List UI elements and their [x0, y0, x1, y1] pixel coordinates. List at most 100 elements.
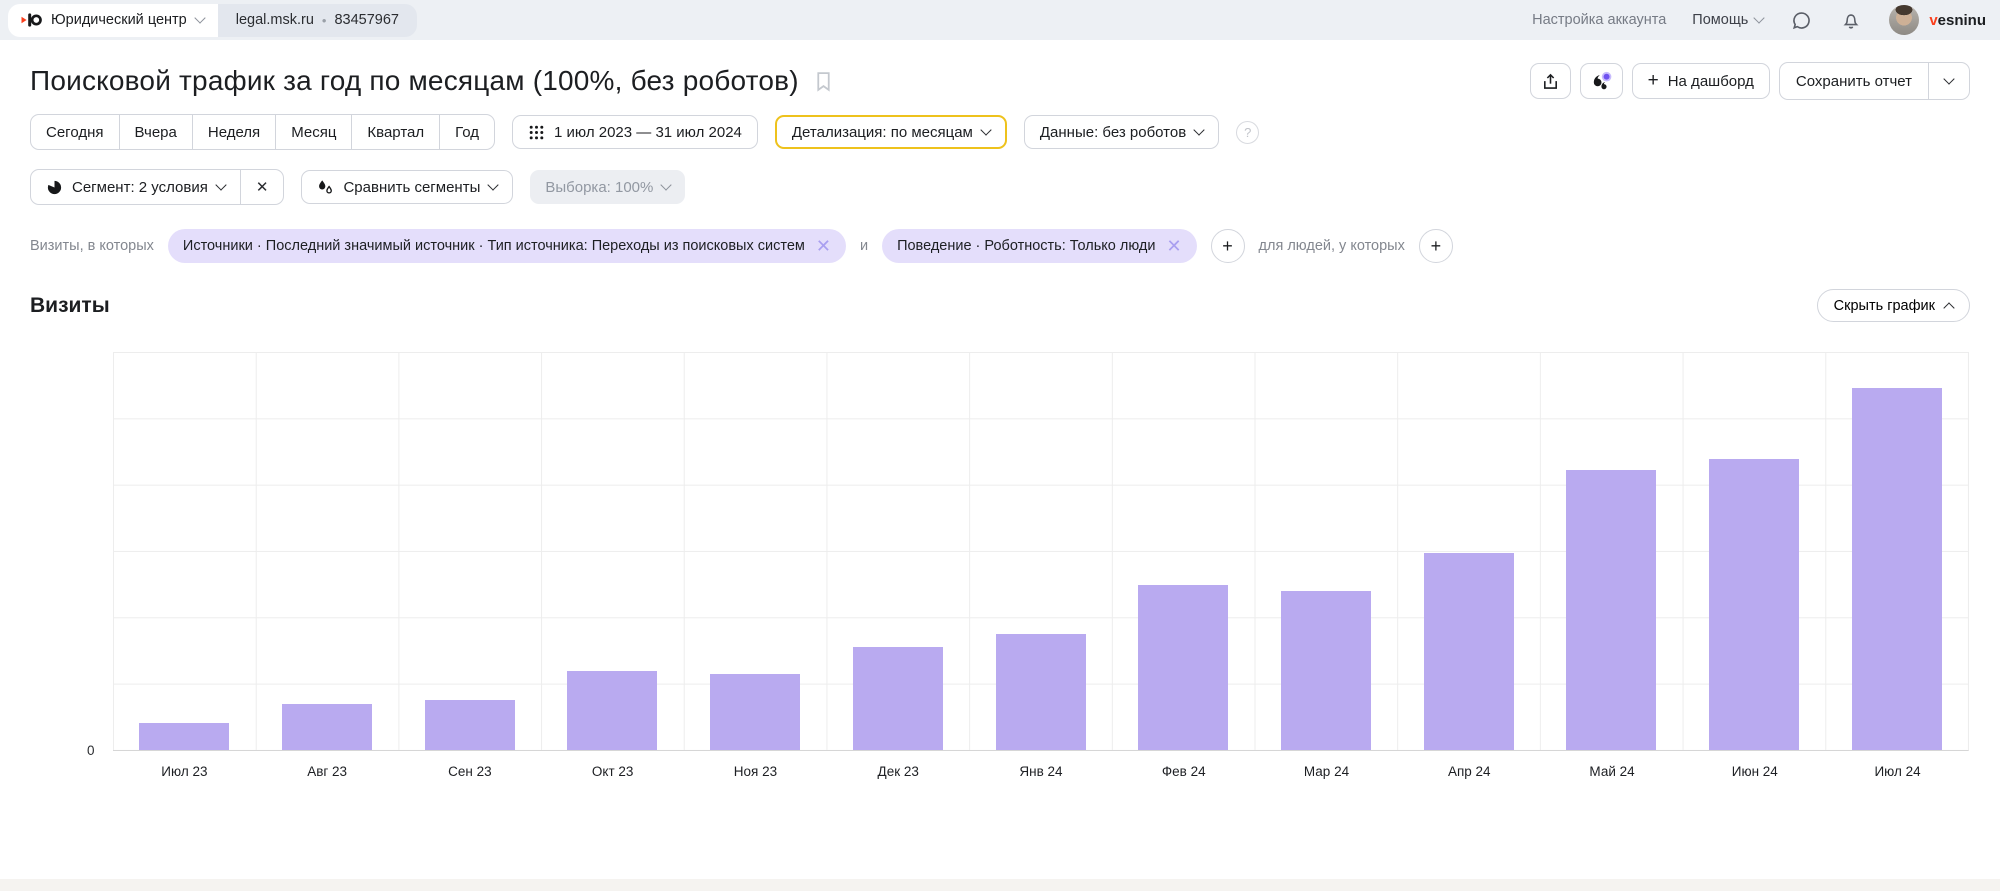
- footer-strip: [0, 879, 2000, 891]
- chart-bar-Мар 24[interactable]: [1281, 591, 1371, 750]
- date-range-label: 1 июл 2023 — 31 июл 2024: [554, 124, 742, 141]
- chat-icon[interactable]: [1789, 8, 1813, 32]
- add-people-condition-button[interactable]: +: [1419, 229, 1453, 263]
- counter-name: Юридический центр: [51, 12, 187, 28]
- chevron-down-icon: [488, 179, 499, 190]
- chart-bar-Июл 23[interactable]: [139, 723, 229, 750]
- chevron-down-icon: [215, 179, 226, 190]
- segment-group: Сегмент: 2 условия ✕: [30, 169, 284, 205]
- x-axis-label: Авг 23: [256, 764, 399, 779]
- sampling-dropdown[interactable]: Выборка: 100%: [530, 170, 685, 204]
- top-bar: Юридический центр legal.msk.ru • 8345796…: [0, 0, 2000, 40]
- chart-bar-Июн 24[interactable]: [1709, 459, 1799, 750]
- hide-chart-button[interactable]: Скрыть график: [1817, 289, 1970, 322]
- detail-level-label: Детализация: по месяцам: [792, 124, 973, 141]
- add-visit-condition-button[interactable]: +: [1211, 229, 1245, 263]
- save-report-menu-button[interactable]: [1928, 63, 1969, 99]
- bookmark-icon[interactable]: [813, 70, 834, 93]
- username: vesninu: [1929, 12, 1986, 29]
- chart-bar-Сен 23[interactable]: [425, 700, 515, 750]
- counter-selector[interactable]: Юридический центр: [8, 4, 218, 37]
- chart-bar-Апр 24[interactable]: [1424, 553, 1514, 750]
- save-report-button[interactable]: Сохранить отчет: [1780, 63, 1928, 99]
- x-axis-label: Июл 24: [1826, 764, 1969, 779]
- period-button-1[interactable]: Вчера: [119, 115, 192, 149]
- user-menu[interactable]: vesninu: [1889, 5, 1986, 35]
- data-mode-label: Данные: без роботов: [1040, 124, 1186, 141]
- condition-chip[interactable]: Поведение · Роботность: Только люди ✕: [882, 229, 1196, 263]
- compare-segments-label: Сравнить сегменты: [343, 179, 480, 196]
- chart-bar-Янв 24[interactable]: [996, 634, 1086, 750]
- period-button-3[interactable]: Месяц: [275, 115, 351, 149]
- chevron-down-icon: [1943, 73, 1954, 84]
- chart-bar-Июл 24[interactable]: [1852, 388, 1942, 750]
- chevron-down-icon: [980, 124, 991, 135]
- calendar-grid-icon: [528, 124, 545, 141]
- page-title: Поисковой трафик за год по месяцам (100%…: [30, 65, 799, 97]
- chart-bar-Авг 23[interactable]: [282, 704, 372, 750]
- chart-bar-Окт 23[interactable]: [567, 671, 657, 750]
- chevron-down-icon: [1194, 124, 1205, 135]
- segment-conditions-row: Визиты, в которых Источники · Последний …: [30, 229, 1970, 263]
- help-menu[interactable]: Помощь: [1692, 12, 1763, 28]
- chart-bar-Фев 24[interactable]: [1138, 585, 1228, 750]
- ai-assistant-button[interactable]: [1580, 63, 1623, 99]
- save-report-split-button: Сохранить отчет: [1779, 62, 1970, 100]
- separator-dot: •: [322, 13, 327, 28]
- counter-domain: legal.msk.ru: [236, 12, 314, 28]
- visits-bar-chart: 0 Июл 23Авг 23Сен 23Окт 23Ноя 23Дек 23Ян…: [83, 352, 1969, 779]
- account-settings-link[interactable]: Настройка аккаунта: [1532, 12, 1666, 28]
- metric-title: Визиты: [30, 294, 110, 318]
- data-mode-dropdown[interactable]: Данные: без роботов: [1024, 115, 1219, 149]
- y-axis-zero-label: 0: [87, 743, 95, 758]
- counter-selector-group: Юридический центр legal.msk.ru • 8345796…: [8, 4, 417, 37]
- add-to-dashboard-button[interactable]: + На дашборд: [1632, 63, 1770, 99]
- segment-row: Сегмент: 2 условия ✕ Сравнить сегменты В…: [30, 169, 1970, 205]
- clear-segment-button[interactable]: ✕: [240, 170, 284, 204]
- x-axis-label: Дек 23: [827, 764, 970, 779]
- avatar: [1889, 5, 1919, 35]
- plus-icon: +: [1648, 71, 1659, 90]
- counter-domain-id[interactable]: legal.msk.ru • 83457967: [218, 4, 417, 37]
- x-axis-label: Мар 24: [1255, 764, 1398, 779]
- x-axis-label: Окт 23: [541, 764, 684, 779]
- condition-chip-text: Поведение · Роботность: Только люди: [897, 238, 1155, 254]
- date-range-button[interactable]: 1 июл 2023 — 31 июл 2024: [512, 115, 758, 149]
- pie-chart-icon: [46, 179, 63, 196]
- compare-segments-dropdown[interactable]: Сравнить сегменты: [301, 170, 513, 204]
- condition-chip[interactable]: Источники · Последний значимый источник …: [168, 229, 846, 263]
- title-actions: + На дашборд Сохранить отчет: [1530, 62, 1970, 100]
- chart-bar-Ноя 23[interactable]: [710, 674, 800, 750]
- segment-dropdown[interactable]: Сегмент: 2 условия: [31, 170, 240, 204]
- period-button-4[interactable]: Квартал: [351, 115, 439, 149]
- notifications-bell-icon[interactable]: [1839, 8, 1863, 32]
- x-axis-label: Апр 24: [1398, 764, 1541, 779]
- export-share-button[interactable]: [1530, 63, 1571, 99]
- remove-condition-icon[interactable]: ✕: [1166, 237, 1181, 255]
- remove-condition-icon[interactable]: ✕: [816, 237, 831, 255]
- chart-bar-Май 24[interactable]: [1566, 470, 1656, 750]
- x-axis-label: Ноя 23: [684, 764, 827, 779]
- period-button-5[interactable]: Год: [439, 115, 494, 149]
- condition-chip-text: Источники · Последний значимый источник …: [183, 238, 805, 254]
- x-axis-label: Июн 24: [1683, 764, 1826, 779]
- period-filter-row: СегодняВчераНеделяМесяцКварталГод 1 июл …: [30, 114, 1970, 150]
- period-segmented-control: СегодняВчераНеделяМесяцКварталГод: [30, 114, 495, 150]
- period-button-0[interactable]: Сегодня: [31, 115, 119, 149]
- x-axis-label: Май 24: [1541, 764, 1684, 779]
- x-axis-labels: Июл 23Авг 23Сен 23Окт 23Ноя 23Дек 23Янв …: [113, 751, 1969, 779]
- chevron-down-icon: [194, 12, 205, 23]
- sampling-label: Выборка: 100%: [545, 179, 653, 196]
- x-axis-label: Фев 24: [1112, 764, 1255, 779]
- detail-level-dropdown[interactable]: Детализация: по месяцам: [775, 115, 1007, 149]
- topbar-right: Настройка аккаунта Помощь vesninu: [1532, 5, 1986, 35]
- droplets-icon: [317, 179, 334, 196]
- x-axis-label: Сен 23: [399, 764, 542, 779]
- help-question-icon[interactable]: ?: [1236, 121, 1259, 144]
- period-button-2[interactable]: Неделя: [192, 115, 275, 149]
- add-to-dashboard-label: На дашборд: [1668, 73, 1754, 90]
- segment-label: Сегмент: 2 условия: [72, 179, 208, 196]
- chart-bar-Дек 23[interactable]: [853, 647, 943, 750]
- metrica-logo-icon: [20, 10, 42, 30]
- counter-id: 83457967: [334, 12, 399, 28]
